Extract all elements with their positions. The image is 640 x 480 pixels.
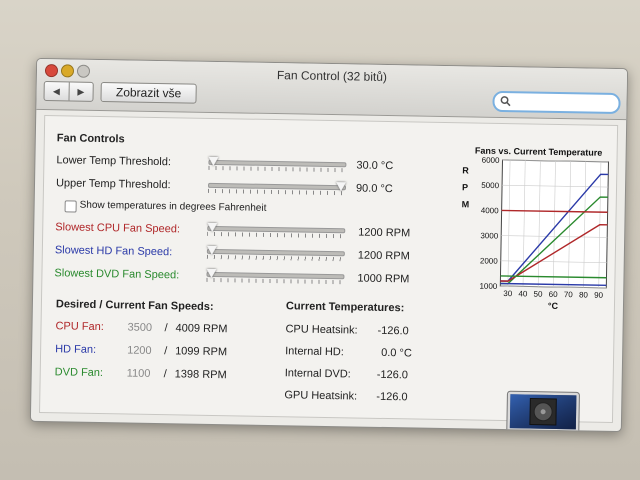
dvd-min-speed-label: Slowest DVD Fan Speed: [54,267,180,282]
x-tick-label: 50 [534,290,544,299]
upper-threshold-slider[interactable] [207,180,347,196]
fans-vs-temperature-chart: Fans vs. Current Temperature30 40 50 60 70 80… [462,146,610,311]
x-axis-label: °C [548,301,559,311]
x-tick-label: 90 [594,291,604,300]
y-tick-label: 6000 [482,156,501,165]
x-tick-label: 40 [518,289,528,298]
cpu-heatsink-value: -126.0 [377,324,409,338]
hd-fan-desired: 1200 [127,344,152,357]
internal-dvd-value: -126.0 [376,368,409,382]
internal-dvd-label: Internal DVD: [284,367,351,381]
x-tick-label: 30 [503,289,513,298]
lower-threshold-label: Lower Temp Threshold: [56,154,172,169]
cpu-fan-current: 4009 RPM [175,322,228,336]
dvd-fan-desired: 1100 [126,367,151,380]
hd-fan-current: 1099 RPM [175,345,228,359]
forward-arrow-icon[interactable]: ▶ [67,82,93,101]
dvd-fan-current: 1398 RPM [174,368,227,382]
cpu-fan-label: CPU Fan: [55,320,104,334]
upper-threshold-value: 90.0 °C [355,182,393,196]
cpu-min-speed-value: 1200 RPM [358,226,411,240]
cpu-heatsink-label: CPU Heatsink: [285,323,358,337]
dvd-fan-separator: / [163,368,167,381]
imac-icon [506,390,580,433]
internal-hd-label: Internal HD: [285,345,344,359]
show-all-button[interactable]: Zobrazit vše [100,81,197,104]
slider-knob[interactable] [208,156,219,167]
cpu-min-speed-label: Slowest CPU Fan Speed: [55,221,181,236]
y-axis-label-letter: R [462,165,469,175]
upper-threshold-label: Upper Temp Threshold: [55,177,171,192]
lower-threshold-slider[interactable] [208,156,347,173]
fahrenheit-label: Show temperatures in degrees Fahrenheit [79,199,267,214]
cpu-min-speed-slider[interactable] [207,222,346,239]
gpu-heatsink-value: -126.0 [376,390,408,404]
slider-knob[interactable] [207,222,218,233]
y-tick-label: 2000 [480,256,499,265]
hd-fan-label: HD Fan: [55,343,97,356]
x-tick-label: 60 [549,290,559,299]
fan-control-window: Fan Control (32 bitů) ◀ ▶ Zobrazit vše F… [29,57,629,433]
hd-fan-separator: / [164,345,168,358]
temperatures-header: Current Temperatures: [285,300,405,315]
slider-knob[interactable] [335,182,347,192]
fan-controls-header: Fan Controls [56,132,125,146]
slider-knob[interactable] [206,245,217,256]
cpu-fan-desired: 3500 [127,321,153,334]
y-axis-label-letter: P [462,182,468,192]
hd-min-speed-label: Slowest HD Fan Speed: [54,244,173,259]
hd-min-speed-value: 1200 RPM [357,249,410,263]
search-field[interactable] [492,90,621,115]
dvd-fan-label: DVD Fan: [54,366,104,380]
nav-segment: ◀ ▶ [43,80,94,102]
hd-min-speed-slider[interactable] [206,245,345,262]
y-tick-label: 1000 [479,282,498,291]
cpu-fan-separator: / [164,322,168,335]
back-arrow-icon[interactable]: ◀ [44,82,68,100]
preferences-pane: Fan Controls Lower Temp Threshold: 30.0 … [39,115,619,433]
fan-speeds-header: Desired / Current Fan Speeds: [55,298,214,313]
gpu-heatsink-label: GPU Heatsink: [284,389,358,403]
lower-threshold-value: 30.0 °C [356,159,394,173]
dvd-min-speed-value: 1000 RPM [357,272,410,286]
x-tick-label: 70 [564,290,574,299]
title-bar: Fan Control (32 bitů) ◀ ▶ Zobrazit vše [36,58,628,121]
internal-hd-value: 0.0 °C [381,346,412,360]
y-tick-label: 4000 [481,206,500,215]
x-tick-label: 80 [579,290,589,299]
search-icon [500,96,511,107]
slider-knob[interactable] [206,268,217,279]
y-tick-label: 5000 [481,181,500,190]
y-tick-label: 3000 [480,231,499,240]
dvd-min-speed-slider[interactable] [206,268,345,285]
fahrenheit-checkbox[interactable] [64,200,77,213]
y-axis-label-letter: M [462,199,470,209]
